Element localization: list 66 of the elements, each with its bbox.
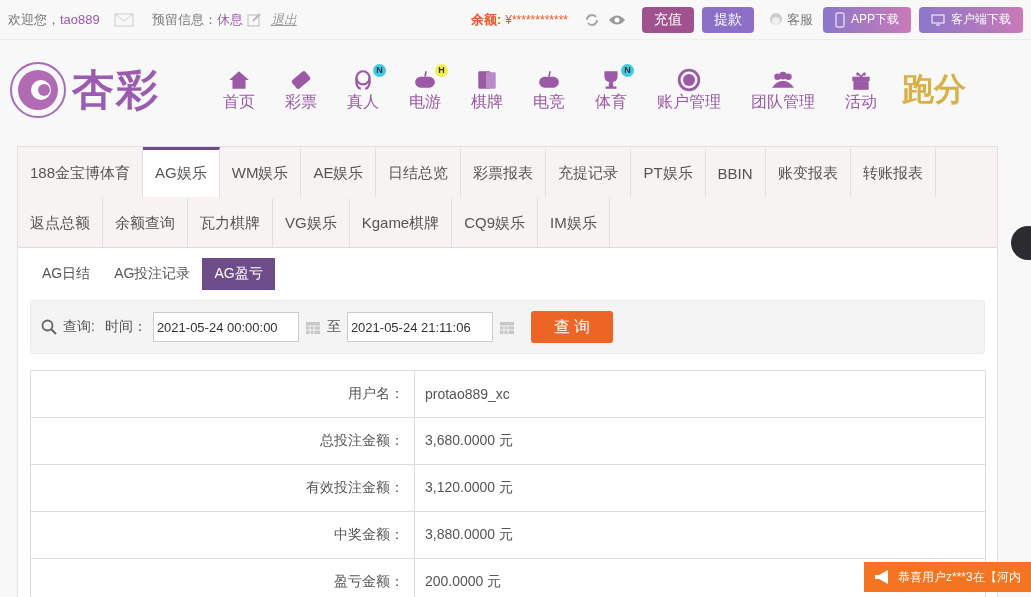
sub-tab[interactable]: AG日结: [30, 258, 103, 290]
report-tab[interactable]: AG娱乐: [143, 147, 220, 197]
nav-badge: N: [621, 63, 634, 77]
nav-item[interactable]: 账户管理: [642, 67, 736, 113]
row-label: 盈亏金额：: [30, 558, 415, 597]
report-tab[interactable]: 瓦力棋牌: [188, 197, 273, 247]
nav-badge: H: [435, 63, 448, 77]
withdraw-button[interactable]: 提款: [702, 6, 754, 33]
eye-icon[interactable]: [608, 13, 626, 26]
row-value: 3,880.0000 元: [414, 511, 986, 559]
sub-tab[interactable]: AG投注记录: [102, 258, 203, 290]
logo-emblem-icon: [8, 60, 68, 120]
report-tab[interactable]: 余额查询: [103, 197, 188, 247]
edit-icon[interactable]: [246, 12, 261, 27]
monitor-icon: [931, 13, 945, 26]
nav-item[interactable]: 棋牌: [456, 67, 518, 113]
report-tab[interactable]: Kgame棋牌: [349, 197, 453, 247]
time-label: 时间：: [104, 318, 147, 336]
support-link[interactable]: 客服: [787, 10, 813, 29]
query-label: 查询:: [63, 318, 95, 336]
balance-label: 余额:: [470, 10, 502, 29]
nav-badge: N: [373, 63, 386, 77]
row-value: 3,680.0000 元: [414, 417, 986, 465]
sub-tab[interactable]: AG盈亏: [202, 258, 275, 290]
nav-item[interactable]: 团队管理: [736, 67, 830, 113]
search-icon: [41, 319, 57, 335]
mail-icon[interactable]: [113, 12, 134, 27]
report-tab[interactable]: AE娱乐: [301, 147, 377, 197]
report-tab[interactable]: PT娱乐: [631, 147, 706, 197]
greeting-text: 欢迎您，: [8, 10, 60, 29]
row-value: 3,120.0000 元: [414, 464, 986, 512]
start-time-field[interactable]: 2021-05-24 00:00:00: [152, 312, 299, 342]
report-tab[interactable]: VG娱乐: [273, 197, 350, 247]
report-tab[interactable]: 日结总览: [376, 147, 462, 197]
reserved-value: 休息: [216, 10, 243, 29]
deposit-button[interactable]: 充值: [642, 6, 694, 33]
reserved-label: 预留信息：: [151, 10, 217, 29]
row-value: protao889_xc: [414, 370, 986, 418]
logo-text: 杏彩: [72, 65, 160, 115]
report-tab[interactable]: 转账报表: [850, 147, 936, 197]
notice-text: 恭喜用户z***3在【河内: [898, 568, 1021, 586]
username-link[interactable]: tao889: [60, 12, 100, 27]
calendar-icon[interactable]: [304, 319, 321, 335]
report-tab[interactable]: 彩票报表: [461, 147, 547, 197]
report-tab[interactable]: WM娱乐: [219, 147, 302, 197]
coin-icon: [677, 67, 701, 92]
row-label: 中奖金额：: [30, 511, 415, 559]
refresh-icon[interactable]: [584, 11, 600, 28]
row-label: 有效投注金额：: [30, 464, 415, 512]
nav-item[interactable]: 彩票: [270, 67, 332, 113]
row-label: 总投注金额：: [30, 417, 415, 465]
to-label: 至: [326, 318, 341, 336]
nav-item[interactable]: 首页: [208, 67, 270, 113]
report-tab[interactable]: BBIN: [705, 147, 766, 197]
report-tab[interactable]: IM娱乐: [538, 197, 610, 247]
nav-item[interactable]: 活动: [830, 67, 892, 113]
report-tab[interactable]: 返点总额: [18, 197, 103, 247]
end-time-field[interactable]: 2021-05-24 21:11:06: [346, 312, 493, 342]
report-tab[interactable]: CQ9娱乐: [452, 197, 539, 247]
report-tab[interactable]: 充提记录: [546, 147, 632, 197]
calendar-icon[interactable]: [498, 319, 515, 335]
nav-item[interactable]: 电竞: [518, 67, 580, 113]
report-tab[interactable]: 账变报表: [765, 147, 851, 197]
row-label: 用户名：: [30, 370, 415, 418]
phone-icon: [835, 11, 845, 28]
balance-value: ¥************: [505, 12, 568, 27]
